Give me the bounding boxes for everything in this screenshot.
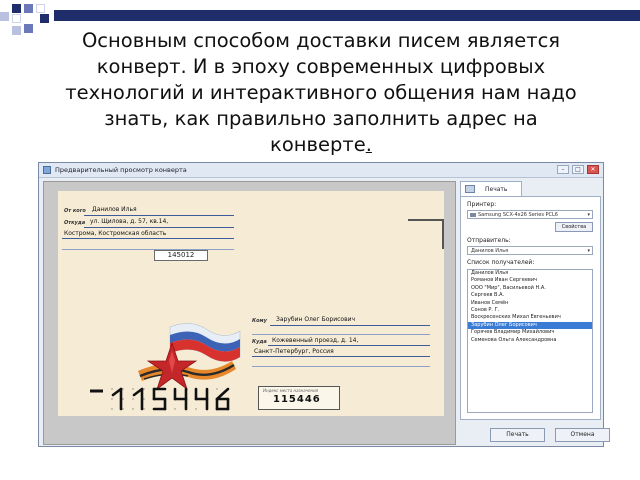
list-item[interactable]: Сонов Р. Г. bbox=[468, 307, 592, 314]
chevron-down-icon: ▾ bbox=[587, 212, 590, 218]
recipient-name-label: Кому bbox=[252, 318, 267, 324]
decoration-square bbox=[36, 4, 45, 13]
caption-line: технологий и интерактивного общения нам … bbox=[65, 81, 577, 104]
recipient-address-label: Куда bbox=[252, 339, 267, 345]
recipients-list[interactable]: Данилов Илья Романов Иван Сергеевич ООО "М… bbox=[467, 269, 593, 413]
list-item[interactable]: Сергеев В.А. bbox=[468, 292, 592, 299]
recipient-address: Кожевенный проезд, д. 14, bbox=[272, 337, 359, 344]
printer-label: Принтер: bbox=[467, 201, 497, 208]
address-line bbox=[62, 238, 234, 239]
address-line bbox=[270, 325, 430, 326]
address-line bbox=[268, 345, 430, 346]
printer-icon bbox=[465, 185, 475, 193]
chevron-down-icon: ▾ bbox=[587, 248, 590, 254]
postal-digit bbox=[111, 387, 124, 411]
caption-end: . bbox=[365, 133, 372, 156]
list-item[interactable]: Зарубин Олег Борисович bbox=[468, 321, 592, 330]
print-button[interactable]: Печать bbox=[490, 428, 545, 442]
address-line bbox=[252, 356, 430, 357]
address-line bbox=[84, 227, 234, 228]
sender-select[interactable]: Данилов Илья ▾ bbox=[467, 246, 593, 255]
printer-icon bbox=[470, 213, 476, 217]
address-line bbox=[252, 334, 430, 335]
envelope: От кого Данилов Илья Откуда ул. Щилова, … bbox=[58, 191, 444, 416]
tab-print-label: Печать bbox=[485, 186, 508, 193]
caption-line: конверте. bbox=[28, 132, 614, 158]
address-line bbox=[252, 366, 430, 367]
window-titlebar: Предварительный просмотр конверта – □ ✕ bbox=[39, 163, 603, 178]
envelope-preview-window: Предварительный просмотр конверта – □ ✕ … bbox=[38, 162, 610, 447]
postal-digit bbox=[173, 387, 188, 411]
address-line bbox=[84, 215, 234, 216]
list-item[interactable]: ООО "Мир", Васильевой Н.А. bbox=[468, 285, 592, 292]
caption-line: знать, как правильно заполнить адрес на bbox=[104, 107, 538, 130]
postal-digit bbox=[152, 387, 167, 411]
title-bar-decoration bbox=[54, 10, 640, 21]
destination-index-label: Индекс места назначения bbox=[263, 388, 319, 393]
sender-index: 145012 bbox=[154, 250, 208, 261]
decoration-square bbox=[24, 4, 33, 13]
decoration-square bbox=[40, 14, 49, 23]
decoration-square bbox=[12, 4, 21, 13]
decoration-square bbox=[12, 14, 21, 23]
decoration-square bbox=[12, 26, 21, 35]
list-item[interactable]: Романов Иван Сергеевич bbox=[468, 277, 592, 284]
window-app-icon bbox=[43, 166, 51, 174]
recipient-city: Санкт-Петербург, Россия bbox=[254, 348, 334, 355]
caption-line-text: конверте bbox=[270, 133, 366, 156]
print-panel-body: Принтер: Samsung SCX-4x26 Series PCL6 ▾ … bbox=[460, 196, 601, 420]
recipients-label: Список получателей: bbox=[467, 259, 535, 266]
list-item[interactable]: Иванов Семён bbox=[468, 300, 592, 307]
recipient-name: Зарубин Олег Борисович bbox=[276, 316, 356, 323]
decoration-square bbox=[0, 12, 9, 21]
postal-digit bbox=[215, 387, 230, 411]
postal-digit bbox=[132, 387, 145, 411]
sender-address-label: Откуда bbox=[64, 220, 86, 226]
printer-select[interactable]: Samsung SCX-4x26 Series PCL6 ▾ bbox=[467, 210, 593, 219]
destination-index-box: Индекс места назначения 115446 bbox=[258, 386, 340, 410]
caption-line: конверт. И в эпоху современных цифровых bbox=[96, 55, 546, 78]
list-item[interactable]: Воскресенских Михал Евгеньевич bbox=[468, 314, 592, 321]
sender-name-label: От кого bbox=[64, 208, 86, 214]
sender-label: Отправитель: bbox=[467, 237, 511, 244]
window-title: Предварительный просмотр конверта bbox=[55, 166, 187, 174]
caption-line: Основным способом доставки писем являетс… bbox=[81, 29, 561, 52]
destination-index-value: 115446 bbox=[273, 394, 321, 405]
sender-select-value: Данилов Илья bbox=[471, 248, 509, 254]
list-item[interactable]: Семенова Ольга Александровна bbox=[468, 337, 592, 344]
cancel-button[interactable]: Отмена bbox=[555, 428, 610, 442]
sender-city: Кострома, Костромская область bbox=[64, 230, 167, 237]
print-panel: Печать Принтер: Samsung SCX-4x26 Series … bbox=[460, 181, 610, 445]
sender-address: ул. Щилова, д. 57, кв.14, bbox=[90, 218, 169, 225]
minimize-button[interactable]: – bbox=[557, 165, 569, 174]
sender-name: Данилов Илья bbox=[92, 206, 137, 213]
tab-print[interactable]: Печать bbox=[460, 181, 522, 197]
address-line bbox=[62, 249, 234, 250]
stamp-area bbox=[408, 219, 444, 249]
slide-caption: Основным способом доставки писем являетс… bbox=[28, 28, 614, 158]
postal-code-digits bbox=[88, 387, 231, 411]
preview-area: От кого Данилов Илья Откуда ул. Щилова, … bbox=[43, 181, 456, 445]
printer-select-value: Samsung SCX-4x26 Series PCL6 bbox=[478, 212, 558, 218]
list-item[interactable]: Горячев Владимир Михайлович bbox=[468, 329, 592, 336]
properties-button[interactable]: Свойства bbox=[555, 222, 593, 232]
list-item[interactable]: Данилов Илья bbox=[468, 270, 592, 277]
close-button[interactable]: ✕ bbox=[587, 165, 599, 174]
postal-digit-sample bbox=[90, 389, 103, 393]
postal-digit bbox=[194, 387, 209, 411]
maximize-button[interactable]: □ bbox=[572, 165, 584, 174]
